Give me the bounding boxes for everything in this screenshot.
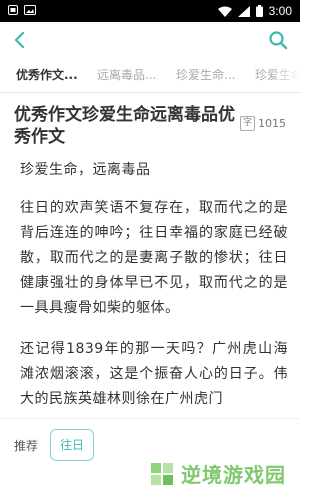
wordcount-number: 1015 bbox=[258, 117, 286, 130]
status-bar: 3:00 bbox=[0, 0, 300, 22]
tab-active[interactable]: 优秀作文... bbox=[16, 66, 78, 83]
clock: 3:00 bbox=[268, 4, 292, 18]
tab-2[interactable]: 远离毒品... bbox=[97, 66, 156, 83]
back-arrow-icon[interactable] bbox=[8, 28, 32, 52]
paragraph-2: 还记得1839年的那一天吗？广州虎山海滩浓烟滚滚，这是个振奋人心的日子。伟大的民… bbox=[20, 341, 288, 407]
wifi-icon bbox=[217, 6, 232, 17]
recommend-tag[interactable]: 往日 bbox=[50, 429, 94, 461]
image-icon bbox=[24, 5, 36, 15]
wordcount: 字 1015 bbox=[240, 116, 286, 131]
article-subtitle: 珍爱生命，远离毒品 bbox=[20, 162, 151, 178]
recommend-label: 推荐 bbox=[14, 439, 39, 453]
article-tabs: 优秀作文... 远离毒品... 珍爱生命... 珍爱生命 bbox=[0, 58, 300, 93]
article-title: 优秀作文珍爱生命远离毒品优秀作文 bbox=[14, 105, 235, 147]
notification-icon bbox=[8, 5, 18, 15]
system-icons: 3:00 bbox=[217, 4, 292, 18]
notification-icons bbox=[8, 5, 36, 15]
app-toolbar bbox=[0, 22, 300, 58]
tabs-fade bbox=[270, 58, 300, 92]
article-body: 珍爱生命，远离毒品 往日的欢声笑语不复存在，取而代之的是背后连连的呻吟；往日幸福… bbox=[20, 160, 288, 428]
bottom-bar: 推荐 往日 逆境游戏园 bbox=[0, 418, 300, 501]
battery-icon bbox=[255, 5, 263, 17]
tab-3[interactable]: 珍爱生命... bbox=[176, 66, 235, 83]
watermark: 逆境游戏园 bbox=[149, 459, 286, 488]
watermark-logo-icon bbox=[151, 462, 173, 485]
wordcount-icon: 字 bbox=[240, 116, 255, 131]
paragraph-1: 往日的欢声笑语不复存在，取而代之的是背后连连的呻吟；往日幸福的家庭已经破散，取而… bbox=[20, 200, 288, 316]
search-icon[interactable] bbox=[266, 28, 290, 52]
signal-icon bbox=[237, 5, 250, 17]
watermark-text: 逆境游戏园 bbox=[181, 463, 286, 487]
